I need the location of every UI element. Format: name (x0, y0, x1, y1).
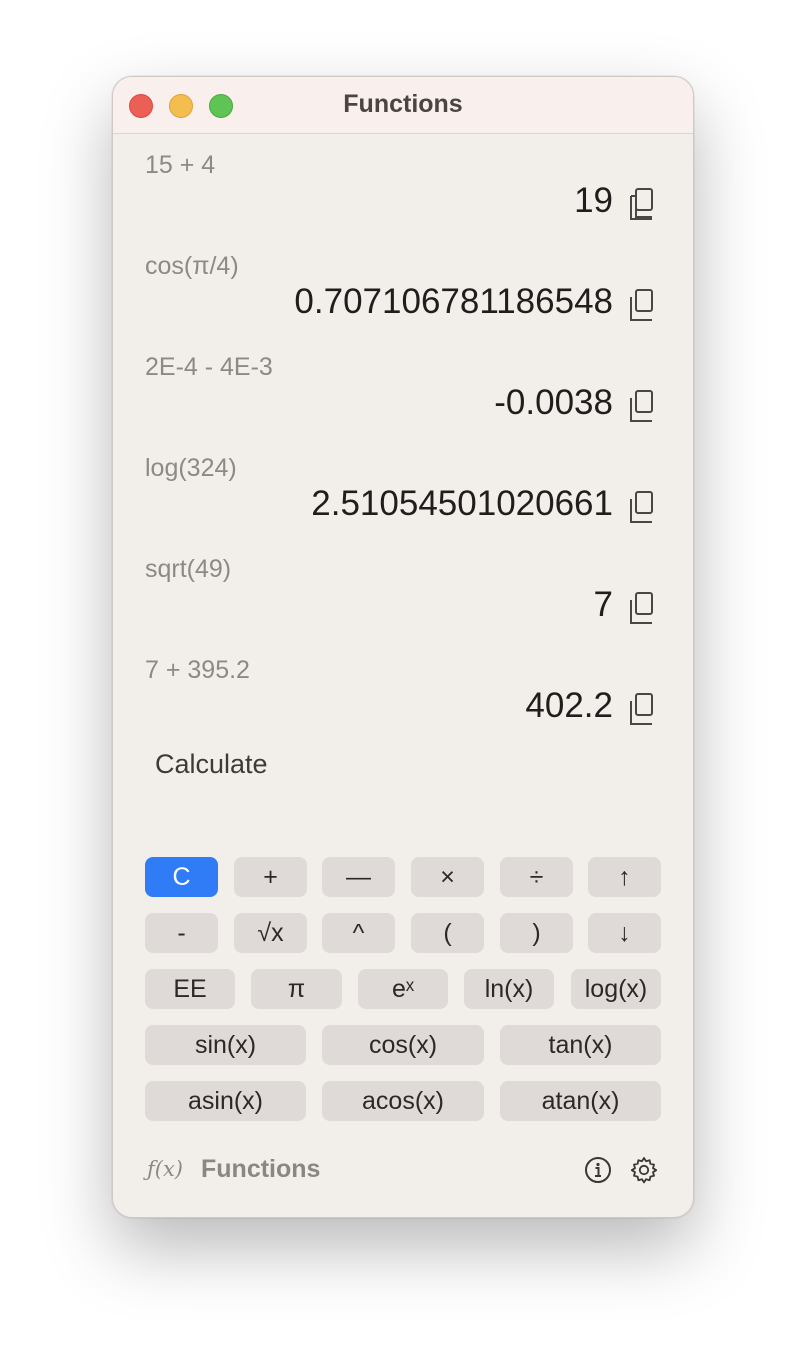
history-expression[interactable]: 15 + 4 (145, 151, 215, 180)
function-icon: ƒ(x) (147, 1157, 184, 1181)
calculator-window: Functions 15 + 4 19 cos(π/4) 0.707106781… (112, 76, 694, 1218)
history-expression[interactable]: sqrt(49) (145, 555, 231, 584)
history-result[interactable]: 0.707106781186548 (294, 282, 613, 322)
history-expression[interactable]: log(324) (145, 454, 237, 483)
power-button[interactable]: ^ (322, 913, 395, 953)
history-result[interactable]: 402.2 (525, 686, 613, 726)
pi-button[interactable]: π (251, 969, 342, 1009)
copy-icon[interactable] (629, 288, 659, 322)
calculate-input[interactable]: Calculate (155, 749, 268, 780)
sqrt-button[interactable]: √x (234, 913, 307, 953)
history-result[interactable]: 2.51054501020661 (311, 484, 613, 524)
multiply-button[interactable]: × (411, 857, 484, 897)
history-result[interactable]: 7 (594, 585, 613, 625)
close-paren-button[interactable]: ) (500, 913, 573, 953)
copy-icon[interactable] (629, 490, 659, 524)
cos-button[interactable]: cos(x) (322, 1025, 484, 1065)
plus-button[interactable]: + (234, 857, 307, 897)
ln-button[interactable]: ln(x) (464, 969, 554, 1009)
footer-title: Functions (201, 1155, 321, 1183)
divide-button[interactable]: ÷ (500, 857, 573, 897)
history-entry: sqrt(49) 7 (113, 555, 693, 655)
gear-icon[interactable] (629, 1155, 659, 1185)
history-down-button[interactable]: ↓ (588, 913, 661, 953)
history-result[interactable]: 19 (574, 181, 613, 221)
history-expression[interactable]: 2E-4 - 4E-3 (145, 353, 273, 382)
acos-button[interactable]: acos(x) (322, 1081, 484, 1121)
window-title: Functions (343, 90, 463, 118)
history-entry: 15 + 4 19 (113, 151, 693, 251)
asin-button[interactable]: asin(x) (145, 1081, 306, 1121)
copy-icon[interactable] (629, 692, 659, 726)
atan-button[interactable]: atan(x) (500, 1081, 661, 1121)
copy-icon[interactable] (629, 591, 659, 625)
clear-button[interactable]: C (145, 857, 218, 897)
negate-button[interactable]: - (145, 913, 218, 953)
open-paren-button[interactable]: ( (411, 913, 484, 953)
history-entry: 2E-4 - 4E-3 -0.0038 (113, 353, 693, 453)
minus-button[interactable]: — (322, 857, 395, 897)
info-icon[interactable] (583, 1155, 613, 1185)
tan-button[interactable]: tan(x) (500, 1025, 661, 1065)
sin-button[interactable]: sin(x) (145, 1025, 306, 1065)
history-entry: 7 + 395.2 402.2 (113, 656, 693, 756)
copy-icon[interactable] (629, 389, 659, 423)
title-bar: Functions (113, 77, 693, 134)
ee-button[interactable]: EE (145, 969, 235, 1009)
log-button[interactable]: log(x) (571, 969, 661, 1009)
history-expression[interactable]: cos(π/4) (145, 252, 239, 281)
history-result[interactable]: -0.0038 (494, 383, 613, 423)
history-expression[interactable]: 7 + 395.2 (145, 656, 250, 685)
exp-button[interactable]: eˣ (358, 969, 448, 1009)
history-entry: cos(π/4) 0.707106781186548 (113, 252, 693, 352)
history-entry: log(324) 2.51054501020661 (113, 454, 693, 554)
history-up-button[interactable]: ↑ (588, 857, 661, 897)
copy-icon[interactable] (629, 187, 659, 221)
